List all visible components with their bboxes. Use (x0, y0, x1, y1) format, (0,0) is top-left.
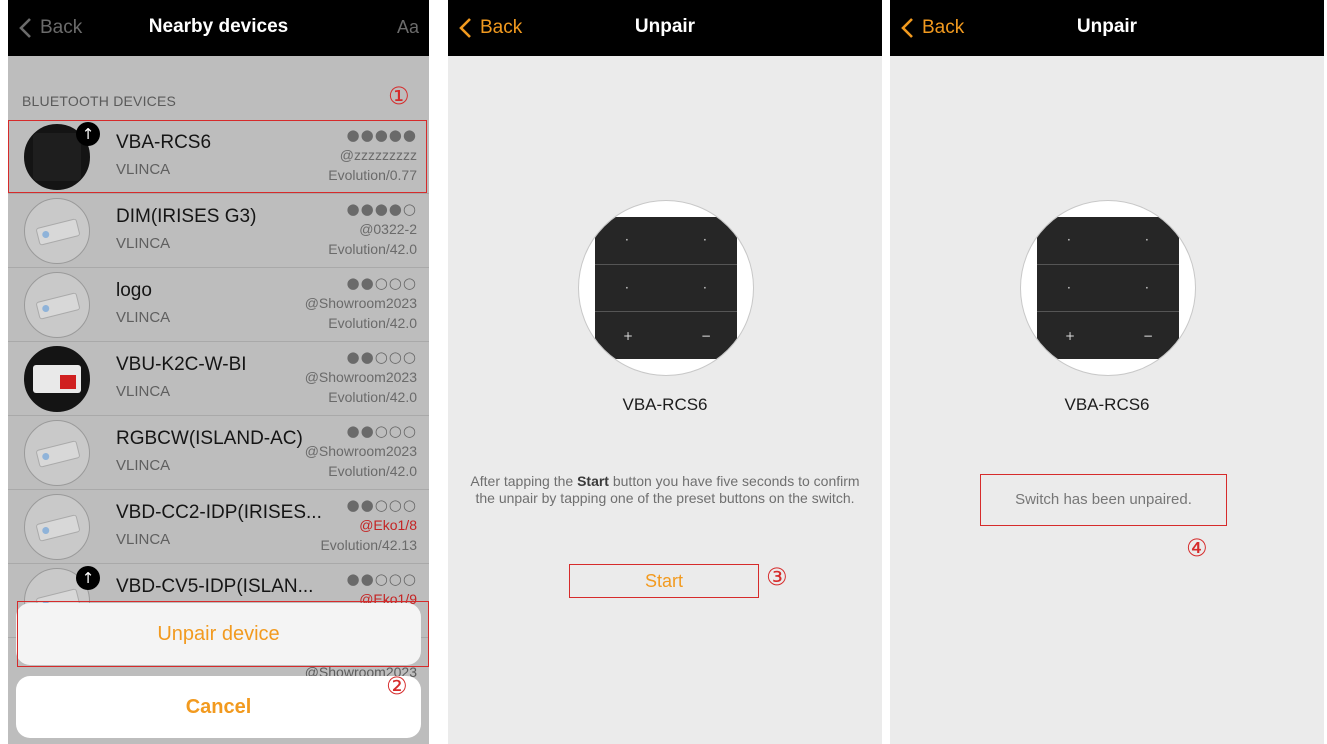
key-glyph: − (1143, 329, 1154, 343)
page-title: Unpair (1076, 16, 1138, 37)
signal-strength: ●●○○○ (346, 496, 417, 514)
device-name: VBA-RCS6 (1064, 395, 1150, 414)
nearby-devices-screen: Back Nearby devices Aa BLUETOOTH DEVICES… (8, 0, 429, 744)
device-thumbnail (24, 198, 90, 264)
annotation-marker-3: ③ (766, 563, 788, 591)
device-firmware: Evolution/42.0 (328, 389, 417, 405)
device-network: @0322-2 (359, 221, 417, 237)
list-item[interactable]: DIM(IRISES G3) VLINCA ●●●●○ @0322-2 Evol… (8, 194, 429, 268)
key-glyph: · (1145, 233, 1149, 247)
signal-strength: ●●●●○ (346, 200, 417, 218)
device-network: @Showroom2023 (304, 295, 417, 311)
device-network: @Showroom2023 (304, 443, 417, 459)
device-vendor: VLINCA (116, 531, 171, 548)
device-thumbnail (24, 420, 90, 486)
key-glyph: · (703, 281, 707, 295)
device-firmware: Evolution/42.0 (328, 315, 417, 331)
device-name: RGBCW(ISLAND-AC) (116, 428, 303, 449)
unpair-result-screen: Back Unpair · · · · + − VBA-RCS6 Switch … (890, 0, 1324, 744)
device-name: VBA-RCS6 (622, 395, 708, 414)
device-thumbnail (24, 494, 90, 560)
device-image: · · · · + − (1020, 200, 1196, 376)
device-network: @Eko1/8 (359, 517, 417, 533)
nav-bar: Back Unpair (890, 0, 1324, 56)
annotation-marker-4: ④ (1186, 534, 1208, 562)
device-image: · · · · + − (578, 200, 754, 376)
upload-arrow-icon: ↑ (76, 566, 100, 590)
device-thumbnail (24, 272, 90, 338)
nav-bar: Back Nearby devices Aa (8, 0, 429, 56)
key-glyph: · (1067, 233, 1071, 247)
key-glyph: · (625, 233, 629, 247)
switch-keypad: · · · · + − (595, 217, 737, 359)
device-list: ↑ VBA-RCS6 VLINCA ●●●●● @zzzzzzzzz Evolu… (8, 120, 429, 638)
signal-strength: ●●○○○ (346, 570, 417, 588)
device-vendor: VLINCA (116, 457, 171, 474)
device-thumbnail (24, 346, 90, 412)
highlight-box (8, 120, 427, 193)
unpair-screen: Back Unpair · · · · + − VBA-RCS6 After t… (448, 0, 882, 744)
key-glyph: · (625, 281, 629, 295)
device-vendor: VLINCA (116, 309, 171, 326)
highlight-box (17, 601, 429, 667)
list-item[interactable]: VBD-CC2-IDP(IRISES... VLINCA ●●○○○ @Eko1… (8, 490, 429, 564)
signal-strength: ●●○○○ (346, 422, 417, 440)
device-vendor: VLINCA (116, 235, 171, 252)
key-glyph: · (1145, 281, 1149, 295)
key-glyph: + (1065, 329, 1076, 343)
status-message: Switch has been unpaired. (980, 474, 1227, 526)
instruction-text: After tapping the Start button you have … (470, 473, 860, 506)
list-item[interactable]: VBU-K2C-W-BI VLINCA ●●○○○ @Showroom2023 … (8, 342, 429, 416)
cancel-button[interactable]: Cancel (16, 676, 421, 738)
page-title: Nearby devices (148, 16, 289, 37)
device-name: VBU-K2C-W-BI (116, 354, 247, 375)
annotation-marker-2: ② (386, 672, 408, 700)
start-button[interactable]: Start (569, 564, 759, 598)
key-glyph: · (1067, 281, 1071, 295)
key-glyph: + (623, 329, 634, 343)
annotation-marker-1: ① (388, 82, 410, 110)
device-name: DIM(IRISES G3) (116, 206, 257, 227)
signal-strength: ●●○○○ (346, 274, 417, 292)
section-header: BLUETOOTH DEVICES (22, 93, 177, 109)
device-firmware: Evolution/42.0 (328, 241, 417, 257)
device-firmware: Evolution/42.13 (320, 537, 417, 553)
font-size-button[interactable]: Aa (397, 17, 419, 38)
page-title: Unpair (634, 16, 696, 37)
signal-strength: ●●○○○ (346, 348, 417, 366)
device-vendor: VLINCA (116, 383, 171, 400)
device-name: VBD-CC2-IDP(IRISES... (116, 502, 322, 523)
device-firmware: Evolution/42.0 (328, 463, 417, 479)
switch-keypad: · · · · + − (1037, 217, 1179, 359)
key-glyph: · (703, 233, 707, 247)
device-network: @Showroom2023 (304, 369, 417, 385)
device-name: logo (116, 280, 152, 301)
list-item[interactable]: logo VLINCA ●●○○○ @Showroom2023 Evolutio… (8, 268, 429, 342)
device-name: VBD-CV5-IDP(ISLAN... (116, 576, 314, 597)
nav-bar: Back Unpair (448, 0, 882, 56)
key-glyph: − (701, 329, 712, 343)
list-item[interactable]: RGBCW(ISLAND-AC) VLINCA ●●○○○ @Showroom2… (8, 416, 429, 490)
